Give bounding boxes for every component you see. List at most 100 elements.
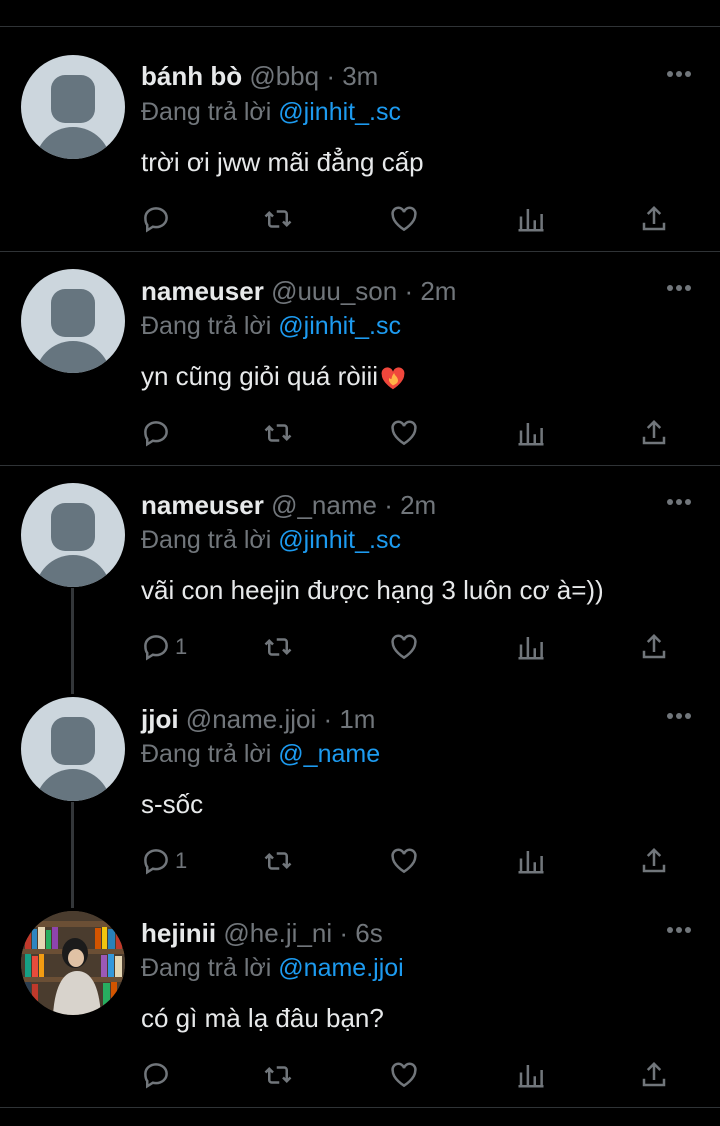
handle-time: @name.jjoi · 1m — [185, 704, 376, 734]
share-icon — [642, 847, 666, 873]
like-button[interactable] — [389, 843, 419, 879]
share-button[interactable] — [639, 843, 669, 879]
like-icon — [391, 634, 417, 660]
reply-mention[interactable]: @_name — [278, 740, 380, 768]
like-button[interactable] — [389, 415, 419, 451]
like-icon — [391, 848, 417, 874]
top-divider — [0, 26, 720, 27]
like-button[interactable] — [389, 629, 419, 665]
like-icon — [391, 206, 417, 232]
more-icon[interactable] — [664, 708, 694, 724]
display-name[interactable]: hejinii — [141, 918, 216, 948]
retweet-icon — [264, 210, 292, 228]
share-icon — [642, 1061, 666, 1087]
retweet-button[interactable] — [263, 201, 293, 237]
action-bar: 1 — [141, 843, 681, 879]
display-name[interactable]: nameuser — [141, 276, 264, 306]
retweet-button[interactable] — [263, 415, 293, 451]
tweet-text: có gì mà lạ đâu bạn? — [141, 1003, 384, 1033]
handle-time: @he.ji_ni · 6s — [223, 918, 383, 948]
views-icon — [518, 1065, 544, 1088]
action-bar: 1 — [141, 629, 681, 665]
bookstore-photo-avatar — [21, 911, 125, 1015]
reply-icon — [144, 421, 168, 447]
tweet-text: s-sốc — [141, 789, 204, 819]
views-icon — [518, 423, 544, 446]
divider — [0, 1107, 720, 1108]
share-button[interactable] — [639, 1057, 669, 1093]
handle-time: @_name · 2m — [271, 490, 437, 520]
display-name[interactable]: bánh bò — [141, 61, 242, 91]
like-icon — [391, 420, 417, 446]
share-button[interactable] — [639, 629, 669, 665]
reply-icon — [144, 849, 168, 875]
like-button[interactable] — [389, 201, 419, 237]
more-icon[interactable] — [664, 66, 694, 82]
avatar[interactable] — [21, 697, 125, 801]
reply-icon — [144, 635, 168, 661]
avatar[interactable] — [21, 269, 125, 373]
reply-prefix: Đang trả lời — [141, 954, 272, 982]
retweet-icon — [264, 852, 292, 870]
reply-button[interactable] — [141, 415, 175, 451]
share-button[interactable] — [639, 201, 669, 237]
divider — [0, 465, 720, 466]
retweet-button[interactable] — [263, 1057, 293, 1093]
divider — [0, 251, 720, 252]
heart-on-fire-icon — [381, 367, 405, 390]
tweet-text: trời ơi jww mãi đẳng cấp — [141, 147, 424, 177]
like-icon — [391, 1062, 417, 1088]
reply-button[interactable] — [141, 201, 175, 237]
reply-mention[interactable]: @jinhit_.sc — [278, 312, 401, 340]
display-name[interactable]: jjoi — [141, 704, 179, 734]
avatar[interactable] — [21, 911, 125, 1015]
reply-mention[interactable]: @name.jjoi — [278, 954, 403, 982]
retweet-icon — [264, 424, 292, 442]
tweet-text: vãi con heejin được hạng 3 luôn cơ à=)) — [141, 575, 604, 605]
retweet-button[interactable] — [263, 629, 293, 665]
reply-prefix: Đang trả lời — [141, 312, 272, 340]
more-icon[interactable] — [664, 922, 694, 938]
thread-line — [71, 588, 74, 694]
reply-icon — [144, 207, 168, 233]
share-button[interactable] — [639, 415, 669, 451]
handle-time: @bbq · 3m — [249, 61, 379, 91]
reply-button[interactable]: 1 — [141, 629, 187, 665]
tweet-text: yn cũng giỏi quá ròiii — [141, 361, 379, 391]
action-bar — [141, 415, 681, 451]
views-button[interactable] — [516, 415, 546, 451]
share-icon — [642, 419, 666, 445]
reply-button[interactable] — [141, 1057, 175, 1093]
reply-button[interactable]: 1 — [141, 843, 187, 879]
action-bar — [141, 201, 681, 237]
like-button[interactable] — [389, 1057, 419, 1093]
thread-line — [71, 802, 74, 908]
retweet-icon — [264, 638, 292, 656]
reply-mention[interactable]: @jinhit_.sc — [278, 98, 401, 126]
reply-count: 1 — [175, 848, 188, 873]
views-button[interactable] — [516, 201, 546, 237]
reply-count: 1 — [175, 634, 188, 659]
more-icon[interactable] — [664, 280, 694, 296]
views-button[interactable] — [516, 1057, 546, 1093]
avatar[interactable] — [21, 483, 125, 587]
reply-prefix: Đang trả lời — [141, 526, 272, 554]
reply-mention[interactable]: @jinhit_.sc — [278, 526, 401, 554]
reply-prefix: Đang trả lời — [141, 98, 272, 126]
action-bar — [141, 1057, 681, 1093]
retweet-button[interactable] — [263, 843, 293, 879]
views-button[interactable] — [516, 629, 546, 665]
share-icon — [642, 205, 666, 231]
handle-time: @uuu_son · 2m — [271, 276, 457, 306]
reply-icon — [144, 1063, 168, 1089]
retweet-icon — [264, 1066, 292, 1084]
views-icon — [518, 209, 544, 232]
reply-prefix: Đang trả lời — [141, 740, 272, 768]
avatar[interactable] — [21, 55, 125, 159]
views-icon — [518, 637, 544, 660]
share-icon — [642, 633, 666, 659]
views-icon — [518, 851, 544, 874]
display-name[interactable]: nameuser — [141, 490, 264, 520]
views-button[interactable] — [516, 843, 546, 879]
more-icon[interactable] — [664, 494, 694, 510]
